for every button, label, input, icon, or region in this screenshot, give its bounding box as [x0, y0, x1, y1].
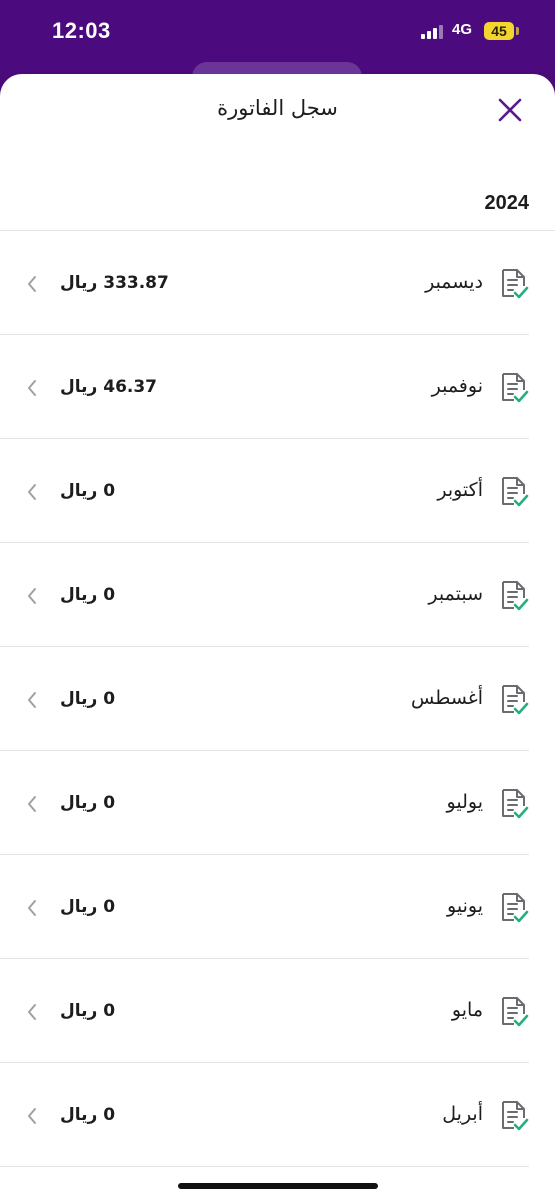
battery-icon: 45 [484, 22, 514, 40]
status-time: 12:03 [52, 18, 111, 43]
invoice-amount: 0 ريال [60, 585, 116, 605]
invoice-amount: 0 ريال [60, 1001, 116, 1021]
invoice-document-check-icon [502, 789, 529, 819]
invoice-row[interactable]: ديسمبر 333.87 ريال [0, 231, 529, 335]
invoice-month: مايو [451, 999, 483, 1021]
invoice-list: ديسمبر 333.87 ريال نوفمبر 46.37 ريال أكت… [0, 231, 555, 1167]
invoice-row[interactable]: أغسطس 0 ريال [0, 647, 529, 751]
chevron-left-icon[interactable] [26, 691, 38, 709]
invoice-document-check-icon [502, 477, 529, 507]
invoice-amount: 0 ريال [60, 689, 116, 709]
invoice-row[interactable]: يوليو 0 ريال [0, 751, 529, 855]
close-x-icon[interactable] [494, 94, 526, 126]
invoice-amount: 46.37 ريال [60, 377, 158, 397]
invoice-row[interactable]: أكتوبر 0 ريال [0, 439, 529, 543]
invoice-month: ديسمبر [425, 271, 483, 293]
invoice-document-check-icon [502, 685, 529, 715]
invoice-row[interactable]: سبتمبر 0 ريال [0, 543, 529, 647]
invoice-row[interactable]: مايو 0 ريال [0, 959, 529, 1063]
invoice-document-check-icon [502, 269, 529, 299]
invoice-month: نوفمبر [431, 375, 483, 397]
home-indicator[interactable] [178, 1183, 378, 1189]
invoice-history-sheet: سجل الفاتورة 2024 ديسمبر 333.87 ريال نوف… [0, 74, 555, 1200]
invoice-row[interactable]: نوفمبر 46.37 ريال [0, 335, 529, 439]
chevron-left-icon[interactable] [26, 1003, 38, 1021]
invoice-document-check-icon [502, 893, 529, 923]
invoice-month: يوليو [446, 791, 483, 813]
invoice-row[interactable]: أبريل 0 ريال [0, 1063, 529, 1167]
invoice-document-check-icon [502, 581, 529, 611]
invoice-month: أكتوبر [437, 479, 483, 501]
chevron-left-icon[interactable] [26, 483, 38, 501]
page-title: سجل الفاتورة [217, 96, 338, 120]
chevron-left-icon[interactable] [26, 1107, 38, 1125]
signal-icon [421, 25, 443, 39]
invoice-document-check-icon [502, 373, 529, 403]
invoice-month: أغسطس [411, 687, 483, 709]
invoice-row[interactable]: يونيو 0 ريال [0, 855, 529, 959]
invoice-amount: 0 ريال [60, 1105, 116, 1125]
chevron-left-icon[interactable] [26, 899, 38, 917]
invoice-document-check-icon [502, 997, 529, 1027]
invoice-month: يونيو [447, 895, 483, 917]
chevron-left-icon[interactable] [26, 587, 38, 605]
close-button[interactable] [494, 94, 526, 126]
invoice-amount: 333.87 ريال [60, 273, 169, 293]
invoice-month: سبتمبر [428, 583, 483, 605]
network-type: 4G [452, 21, 473, 38]
invoice-amount: 0 ريال [60, 897, 116, 917]
chevron-left-icon[interactable] [26, 275, 38, 293]
year-header: 2024 [484, 192, 530, 214]
battery-tip [516, 27, 519, 35]
chevron-left-icon[interactable] [26, 795, 38, 813]
chevron-left-icon[interactable] [26, 379, 38, 397]
invoice-amount: 0 ريال [60, 793, 116, 813]
invoice-amount: 0 ريال [60, 481, 116, 501]
invoice-document-check-icon [502, 1101, 529, 1131]
invoice-month: أبريل [442, 1103, 483, 1125]
